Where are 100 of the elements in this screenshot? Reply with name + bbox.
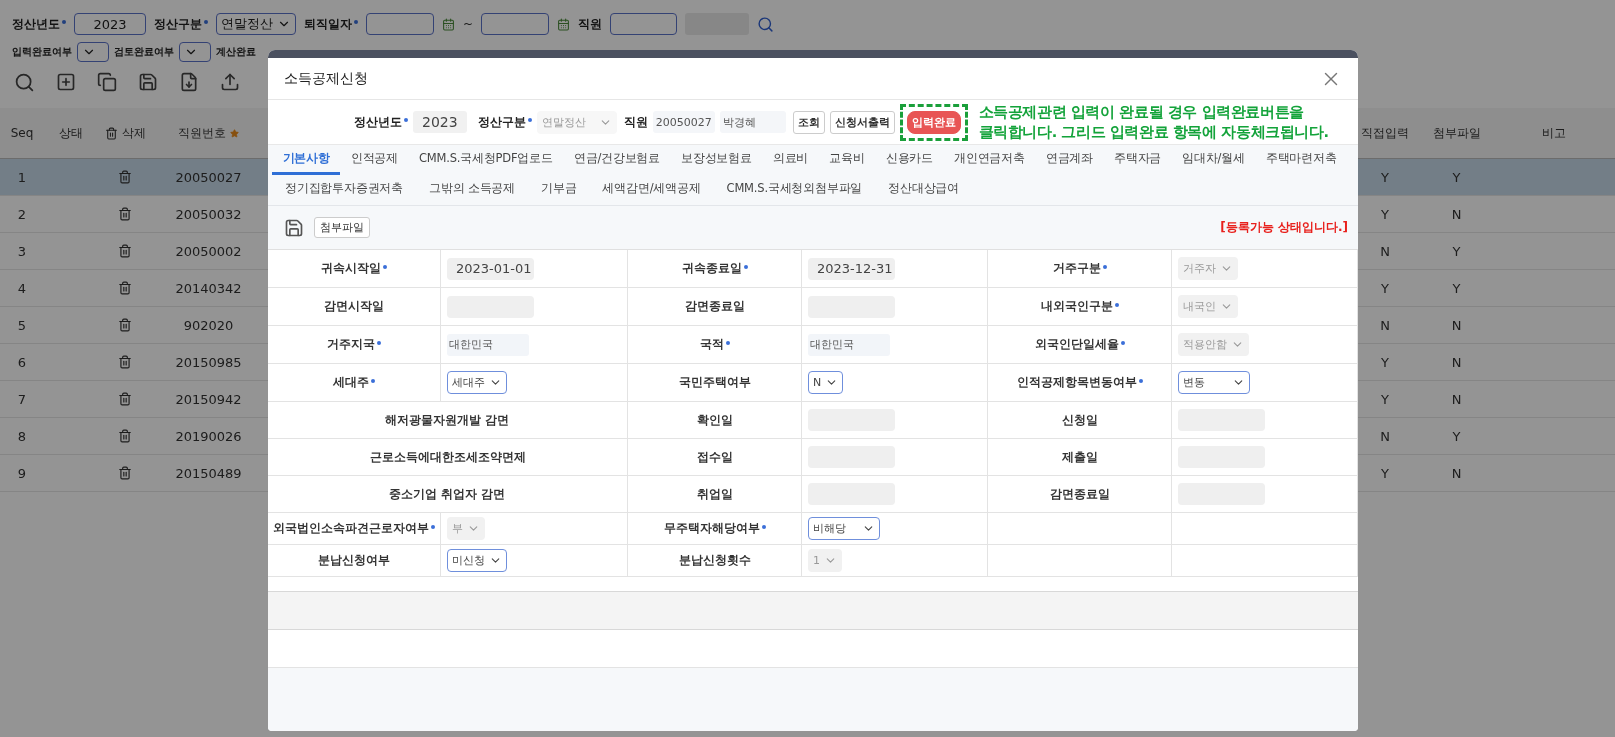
search-icon[interactable]: [757, 15, 775, 33]
tab[interactable]: 기부금: [528, 175, 590, 205]
field-label: 세대주: [333, 375, 375, 390]
delete-icon[interactable]: [118, 466, 132, 480]
delete-icon[interactable]: [118, 170, 132, 184]
save-icon[interactable]: [138, 72, 158, 92]
column-header[interactable]: Seq: [10, 126, 34, 140]
table-cell: N: [1451, 391, 1462, 407]
tab[interactable]: 연금/건강보험료: [563, 145, 671, 175]
dropdown[interactable]: 변동: [1178, 371, 1250, 394]
table-cell: 9: [17, 465, 27, 481]
delete-icon[interactable]: [118, 355, 132, 369]
column-header[interactable]: 첨부파일: [1432, 124, 1481, 142]
save-icon[interactable]: [284, 217, 304, 238]
search-icon[interactable]: [14, 71, 35, 93]
field-label: 거주구분: [1052, 261, 1107, 276]
dropdown[interactable]: 미신청: [447, 549, 507, 572]
field-label: 감면종료일: [1049, 486, 1110, 502]
table-cell: 20150489: [175, 465, 242, 481]
year-field[interactable]: 2023: [74, 13, 146, 35]
tab[interactable]: 교육비: [818, 145, 876, 175]
column-header[interactable]: 직원번호: [178, 124, 239, 142]
table-cell: Y: [1381, 465, 1389, 481]
date-field[interactable]: 2023-01-01: [447, 257, 534, 280]
date-field[interactable]: 2023-12-31: [808, 257, 895, 280]
field-label: 내외국인구분: [1040, 299, 1119, 314]
dropdown[interactable]: [179, 42, 211, 62]
tab[interactable]: 의료비: [762, 145, 819, 175]
employee-number-field[interactable]: 20050027: [652, 111, 715, 133]
dropdown[interactable]: N: [808, 371, 844, 394]
calendar-icon[interactable]: [442, 17, 455, 31]
table-cell: Y: [1381, 169, 1389, 185]
delete-icon[interactable]: [118, 318, 132, 332]
dialog-title: 소득공제신청: [284, 69, 368, 88]
dropdown[interactable]: [77, 42, 109, 62]
tab[interactable]: 세액감면/세액공제: [589, 175, 714, 205]
field-label: 정산구분: [154, 15, 208, 33]
tab[interactable]: 기본사항: [272, 145, 341, 175]
required-dot: [354, 19, 358, 24]
employee-field[interactable]: [610, 13, 678, 35]
field-label: 외국법인소속파견근로자여부: [273, 521, 435, 536]
upload-icon[interactable]: [220, 72, 240, 92]
required-dot: [1114, 303, 1119, 307]
required-dot: [431, 525, 435, 529]
table-cell: 8: [17, 428, 27, 444]
field-label: 신청일: [1061, 412, 1098, 428]
table-cell: N: [1380, 428, 1390, 444]
field-label: 퇴직일자: [304, 15, 358, 33]
field-label: 거주지국: [327, 337, 381, 352]
tab[interactable]: 연금계좌: [1035, 145, 1104, 175]
column-header[interactable]: 비고: [1542, 124, 1566, 142]
column-header[interactable]: 삭제: [104, 124, 146, 142]
date-field[interactable]: [366, 13, 434, 35]
table-cell: Y: [1381, 354, 1389, 370]
tab[interactable]: 정기집합투자증권저축: [272, 175, 416, 205]
tab[interactable]: 신용카드: [875, 145, 944, 175]
date-field[interactable]: [481, 13, 550, 35]
required-dot: [1120, 341, 1125, 345]
table-cell: Y: [1452, 169, 1461, 185]
dropdown[interactable]: 비해당: [808, 517, 880, 540]
delete-icon[interactable]: [118, 429, 132, 443]
button[interactable]: 입력완료: [906, 110, 961, 134]
delete-icon[interactable]: [118, 281, 132, 295]
column-header[interactable]: 직접입력: [1361, 124, 1409, 142]
tab[interactable]: 인적공제: [340, 145, 409, 175]
file-download-icon[interactable]: [179, 72, 199, 92]
annotation-text: 소득공제관련 입력이 완료될 경우 입력완료버튼을 클릭합니다. 그리드 입력완료 항목에 자동체크됩니다.: [978, 103, 1329, 142]
tab[interactable]: 개인연금저축: [943, 145, 1036, 175]
copy-icon[interactable]: [97, 72, 117, 92]
field-label: 감면시작일: [324, 299, 384, 314]
tab[interactable]: 임대차/월세: [1171, 145, 1256, 175]
field-label: 계산완료: [216, 45, 256, 59]
dropdown[interactable]: 연말정산: [216, 13, 296, 35]
tab[interactable]: CMM.S.국세청PDF업로드: [408, 145, 564, 175]
button[interactable]: 신청서출력: [829, 110, 895, 134]
add-icon[interactable]: [56, 72, 76, 92]
required-dot: [204, 19, 208, 24]
tab[interactable]: 보장성보험료: [670, 145, 763, 175]
required-dot: [725, 341, 730, 345]
table-cell: Y: [1452, 280, 1461, 296]
tab[interactable]: 그밖의 소득공제: [416, 175, 529, 205]
text-field[interactable]: 대한민국: [808, 333, 890, 356]
attachment-button[interactable]: 첨부파일: [314, 217, 370, 238]
dropdown[interactable]: 세대주: [447, 371, 507, 394]
calendar-icon[interactable]: [557, 17, 571, 31]
tab[interactable]: 주택마련저축: [1255, 145, 1348, 175]
delete-icon[interactable]: [118, 392, 132, 406]
tab[interactable]: 정산대상급여: [875, 175, 973, 205]
delete-icon[interactable]: [118, 207, 132, 221]
delete-icon[interactable]: [118, 244, 132, 258]
column-header[interactable]: 상태: [59, 124, 83, 142]
button[interactable]: 조회: [792, 110, 825, 134]
tab[interactable]: 주택자금: [1103, 145, 1172, 175]
tab[interactable]: CMM.S.국세청외첨부파일: [713, 175, 876, 205]
table-cell: 2: [17, 206, 27, 222]
table-cell: 20050002: [175, 243, 242, 259]
employee-name-field[interactable]: 박경혜: [719, 111, 786, 133]
text-field[interactable]: 대한민국: [447, 333, 529, 356]
field-label: 감면종료일: [684, 299, 745, 314]
field-label: 분납신청여부: [318, 553, 390, 568]
